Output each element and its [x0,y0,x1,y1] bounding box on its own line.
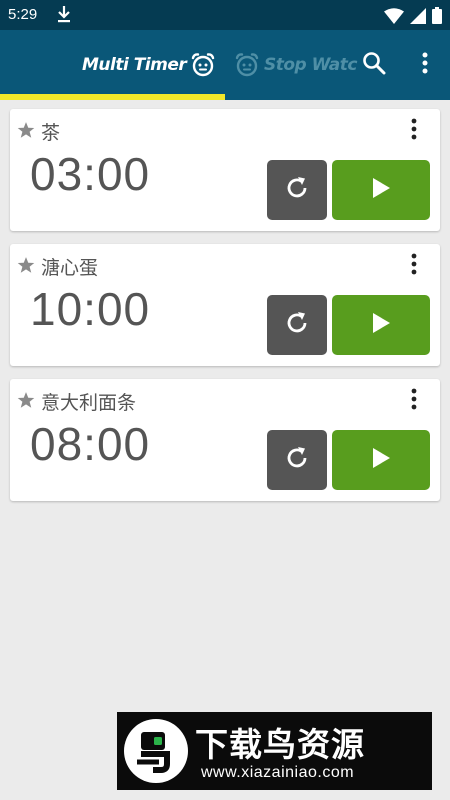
star-icon[interactable] [17,391,35,413]
tab-multi-timer[interactable]: Multi Timer [82,30,216,100]
timer-card: 茶 03:00 [10,109,440,231]
more-vert-icon [422,52,428,78]
download-icon [56,5,72,27]
screen: 5:29 Multi Timer Stop Watc 茶 03:00 溏心蛋 1… [0,0,450,800]
play-button[interactable] [332,160,430,220]
timer-name: 意大利面条 [41,392,137,414]
timer-more-button[interactable] [406,253,422,279]
app-bar: Multi Timer Stop Watc [0,30,450,100]
search-icon [362,51,386,79]
alarm-clock-icon [234,52,260,78]
bird-logo-icon [123,718,189,788]
search-button[interactable] [356,30,392,100]
reset-button[interactable] [267,160,327,220]
overflow-menu-button[interactable] [410,30,440,100]
timer-more-button[interactable] [406,118,422,144]
play-icon [370,177,392,203]
tab-multi-timer-label: Multi Timer [82,55,187,75]
status-icons [384,7,442,28]
timer-time[interactable]: 10:00 [30,282,150,336]
wifi-icon [384,7,404,28]
status-time: 5:29 [8,6,38,23]
tab-stop-watch[interactable]: Stop Watc [234,30,357,100]
play-icon [370,312,392,338]
status-bar: 5:29 [0,0,450,30]
timer-card: 意大利面条 08:00 [10,379,440,501]
more-vert-icon [411,118,417,144]
timer-time[interactable]: 03:00 [30,147,150,201]
watermark-url: www.xiazainiao.com [201,764,355,781]
reset-button[interactable] [267,430,327,490]
tab-stop-watch-label: Stop Watc [264,55,357,75]
signal-icon [410,7,426,28]
star-icon[interactable] [17,121,35,143]
timer-name: 茶 [41,122,61,144]
tab-indicator [0,94,225,100]
watermark-title: 下载鸟资源 [195,725,365,764]
watermark: 下载鸟资源 www.xiazainiao.com [117,712,432,790]
star-icon[interactable] [17,256,35,278]
alarm-clock-icon [190,52,216,78]
reset-icon [284,310,310,340]
reset-icon [284,175,310,205]
reset-icon [284,445,310,475]
battery-icon [432,7,442,28]
play-icon [370,447,392,473]
more-vert-icon [411,253,417,279]
play-button[interactable] [332,295,430,355]
timer-time[interactable]: 08:00 [30,417,150,471]
play-button[interactable] [332,430,430,490]
reset-button[interactable] [267,295,327,355]
more-vert-icon [411,388,417,414]
timer-name: 溏心蛋 [41,257,99,279]
timer-card: 溏心蛋 10:00 [10,244,440,366]
timer-more-button[interactable] [406,388,422,414]
